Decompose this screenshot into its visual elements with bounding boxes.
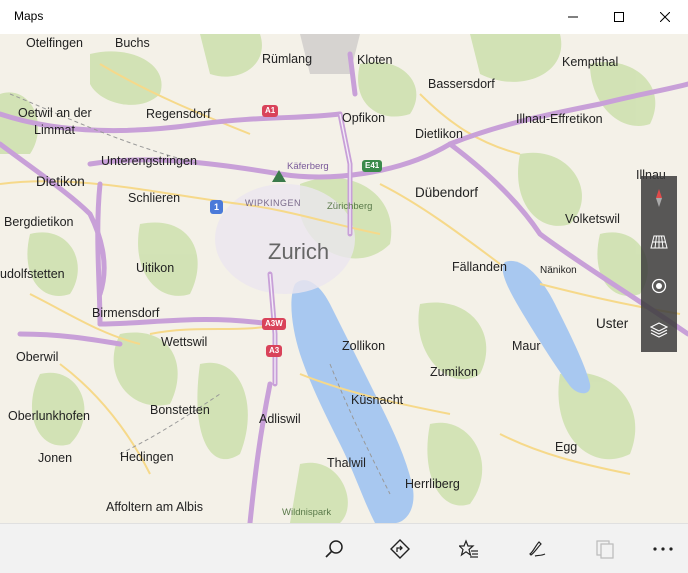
road-shield: A1	[262, 105, 279, 117]
close-icon	[660, 12, 670, 22]
place-label: Affoltern am Albis	[106, 500, 204, 514]
place-label: Unterengstringen	[101, 154, 197, 168]
compass-button[interactable]	[641, 176, 677, 220]
place-label: Uster	[596, 316, 629, 331]
place-label: Dietikon	[36, 174, 85, 189]
place-label: Regensdorf	[146, 107, 211, 121]
minimize-button[interactable]	[550, 0, 596, 34]
place-label: Birmensdorf	[92, 306, 160, 320]
close-button[interactable]	[642, 0, 688, 34]
directions-icon	[390, 538, 410, 559]
map-views-button[interactable]	[641, 308, 677, 352]
3d-cities-button[interactable]	[641, 220, 677, 264]
search-button[interactable]	[311, 524, 357, 573]
place-label: Dübendorf	[415, 185, 479, 200]
directions-button[interactable]	[377, 524, 423, 573]
layers-icon	[650, 322, 668, 338]
place-label: udolfstetten	[0, 267, 65, 281]
more-icon	[653, 546, 673, 551]
place-label: Limmat	[34, 123, 75, 137]
tablet-mode-icon	[596, 539, 614, 559]
poi-label: Käferberg	[287, 161, 329, 172]
place-label: Zollikon	[342, 339, 386, 353]
place-label: Schlieren	[128, 191, 181, 205]
place-label: Egg	[555, 440, 578, 454]
poi-label: Zürichberg	[327, 201, 373, 212]
more-button[interactable]	[640, 524, 686, 573]
poi-label: Wildnispark	[282, 507, 332, 518]
favorites-button[interactable]	[446, 524, 492, 573]
place-label: Bonstetten	[150, 403, 210, 417]
place-label: Bassersdorf	[428, 77, 495, 91]
tablet-mode-button[interactable]	[582, 524, 628, 573]
road-shield: A3W	[262, 318, 286, 330]
ink-icon	[529, 540, 546, 557]
app-title: Maps	[14, 9, 44, 23]
place-label: Adliswil	[259, 412, 301, 426]
road-shield: A3	[266, 345, 283, 357]
maximize-button[interactable]	[596, 0, 642, 34]
place-label: Oetwil an der	[18, 106, 92, 120]
place-label: Zumikon	[430, 365, 478, 379]
place-label: Maur	[512, 339, 541, 353]
title-bar: Maps	[0, 0, 688, 34]
windows-ink-button[interactable]	[514, 524, 560, 573]
search-icon	[325, 539, 343, 558]
place-label: Küsnacht	[351, 393, 404, 407]
place-label: Oberlunkhofen	[8, 409, 91, 423]
minimize-icon	[568, 16, 578, 18]
place-label: Nänikon	[540, 265, 577, 276]
road-shield: E41	[362, 160, 383, 172]
locate-icon	[651, 278, 667, 294]
3d-grid-icon	[650, 235, 668, 249]
district-label: WIPKINGEN	[245, 198, 302, 208]
place-label: Otelfingen	[26, 36, 83, 50]
place-label: Dietlikon	[415, 127, 463, 141]
map-canvas[interactable]: Otelfingen Buchs Rümlang Kloten Kempttha…	[0, 34, 688, 523]
map-graphics	[0, 34, 688, 523]
place-label: Opfikon	[342, 111, 386, 125]
place-label: Kemptthal	[562, 55, 619, 69]
place-label: Thalwil	[327, 456, 366, 470]
greifensee	[502, 260, 591, 394]
place-label: Hedingen	[120, 450, 174, 464]
place-label: Herrliberg	[405, 477, 460, 491]
place-label: Volketswil	[565, 212, 620, 226]
place-label: Buchs	[115, 36, 150, 50]
place-label: Bergdietikon	[4, 215, 74, 229]
road-shield: 1	[210, 200, 224, 214]
place-label: Fällanden	[452, 260, 507, 274]
favorites-icon	[459, 538, 478, 558]
place-label: Uitikon	[136, 261, 175, 275]
place-label: Illnau-Effretikon	[516, 112, 603, 126]
compass-icon	[656, 189, 662, 207]
place-label: Rümlang	[262, 52, 313, 66]
maximize-icon	[614, 12, 624, 22]
city-label: Zurich	[268, 239, 330, 264]
place-label: Jonen	[38, 451, 73, 465]
map-controls	[641, 176, 677, 352]
place-label: Oberwil	[16, 350, 59, 364]
place-label: Kloten	[357, 53, 393, 67]
bottom-app-bar	[0, 523, 688, 573]
locate-button[interactable]	[641, 264, 677, 308]
place-label: Wettswil	[161, 335, 208, 349]
